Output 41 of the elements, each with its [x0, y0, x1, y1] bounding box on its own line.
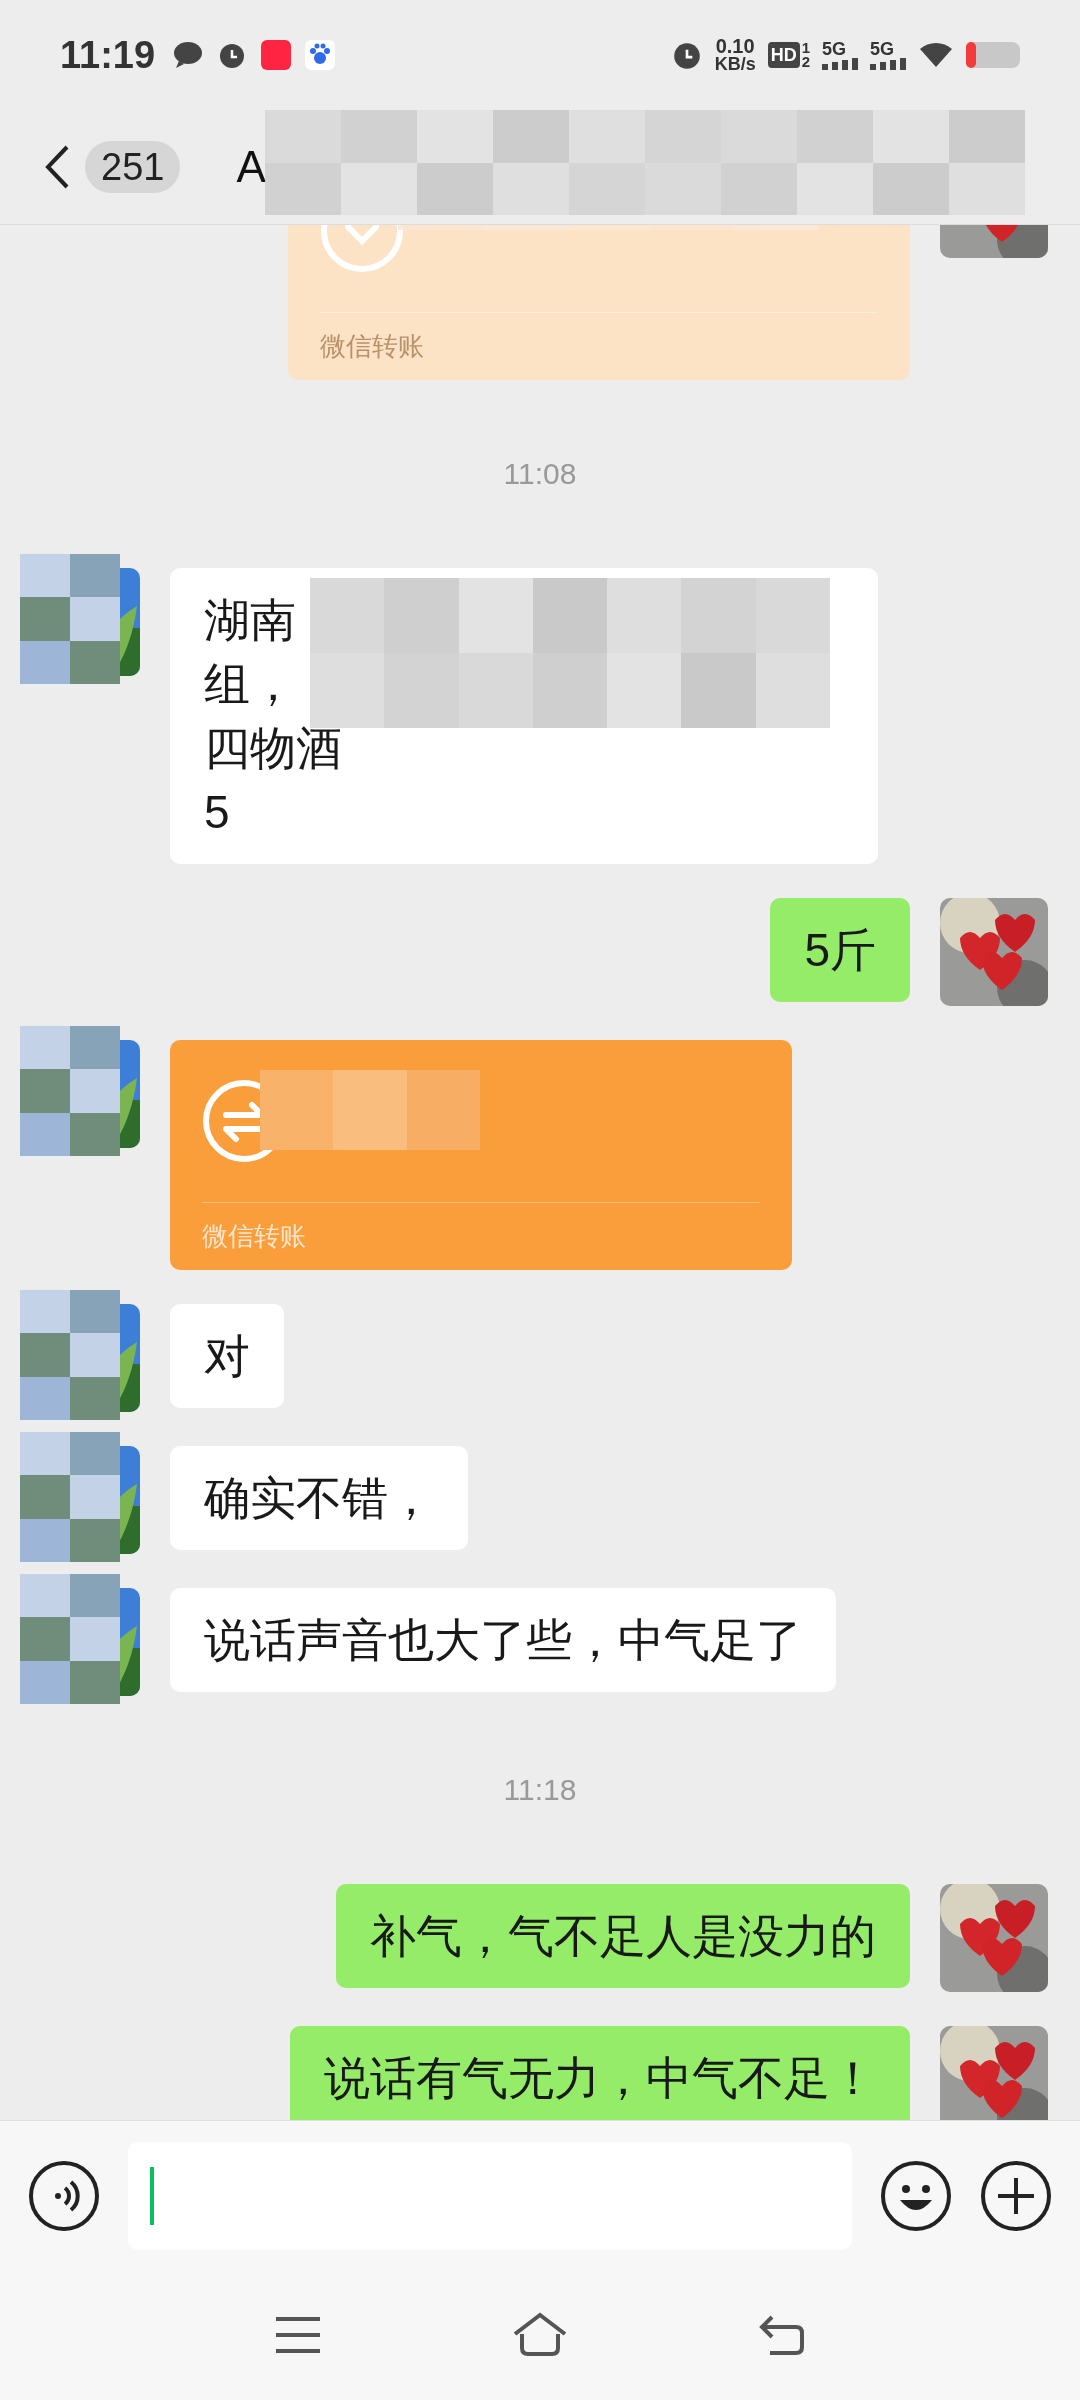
timestamp: 11:08 [503, 456, 577, 492]
message-text: 湖南 [204, 593, 296, 648]
sim-index: 2 [801, 55, 810, 69]
chat-title: A [236, 141, 266, 193]
back-icon[interactable] [45, 145, 69, 189]
back-icon[interactable] [758, 2313, 806, 2357]
unread-count-badge[interactable]: 251 [85, 141, 181, 193]
message-text: 四物酒 [204, 721, 342, 776]
status-time: 11:19 [60, 32, 156, 78]
paw-icon [305, 40, 336, 70]
transfer-card[interactable]: 微信转账 [288, 225, 910, 380]
transfer-card[interactable]: 微信转账 [170, 1040, 792, 1270]
message-text: 5 [204, 785, 230, 840]
message-text: 补气，气不足人是没力的 [370, 1909, 876, 1964]
signal-icon [870, 58, 906, 70]
network-type: 5G [870, 40, 894, 58]
chat-bubble-icon [173, 41, 204, 69]
message-text: 5斤 [804, 923, 876, 978]
app-icon [261, 40, 292, 70]
transfer-label: 微信转账 [202, 1221, 306, 1251]
plus-icon[interactable] [980, 2159, 1052, 2232]
menu-icon[interactable] [274, 2315, 322, 2355]
signal-icon [822, 58, 858, 70]
message-text: 说话声音也大了些，中气足了 [204, 1613, 802, 1668]
emoji-icon[interactable] [880, 2159, 952, 2232]
message-text: 对 [204, 1329, 250, 1384]
transfer-label: 微信转账 [320, 331, 424, 361]
message-text: 说话有气无力，中气不足！ [324, 2051, 876, 2106]
network-type: 5G [822, 40, 846, 58]
message-text: 确实不错， [204, 1471, 434, 1526]
timestamp: 11:18 [503, 1772, 577, 1808]
voice-icon[interactable] [28, 2159, 100, 2232]
message-input[interactable] [128, 2141, 852, 2250]
hd-badge: HD [767, 42, 800, 68]
message-text: 组， [204, 657, 296, 712]
wifi-icon [918, 41, 954, 69]
net-speed-value: 0.10 [715, 37, 755, 55]
home-icon[interactable] [512, 2312, 568, 2358]
net-speed-unit: KB/s [714, 55, 756, 73]
sim-index: 1 [801, 41, 810, 55]
battery-icon [966, 42, 1020, 68]
